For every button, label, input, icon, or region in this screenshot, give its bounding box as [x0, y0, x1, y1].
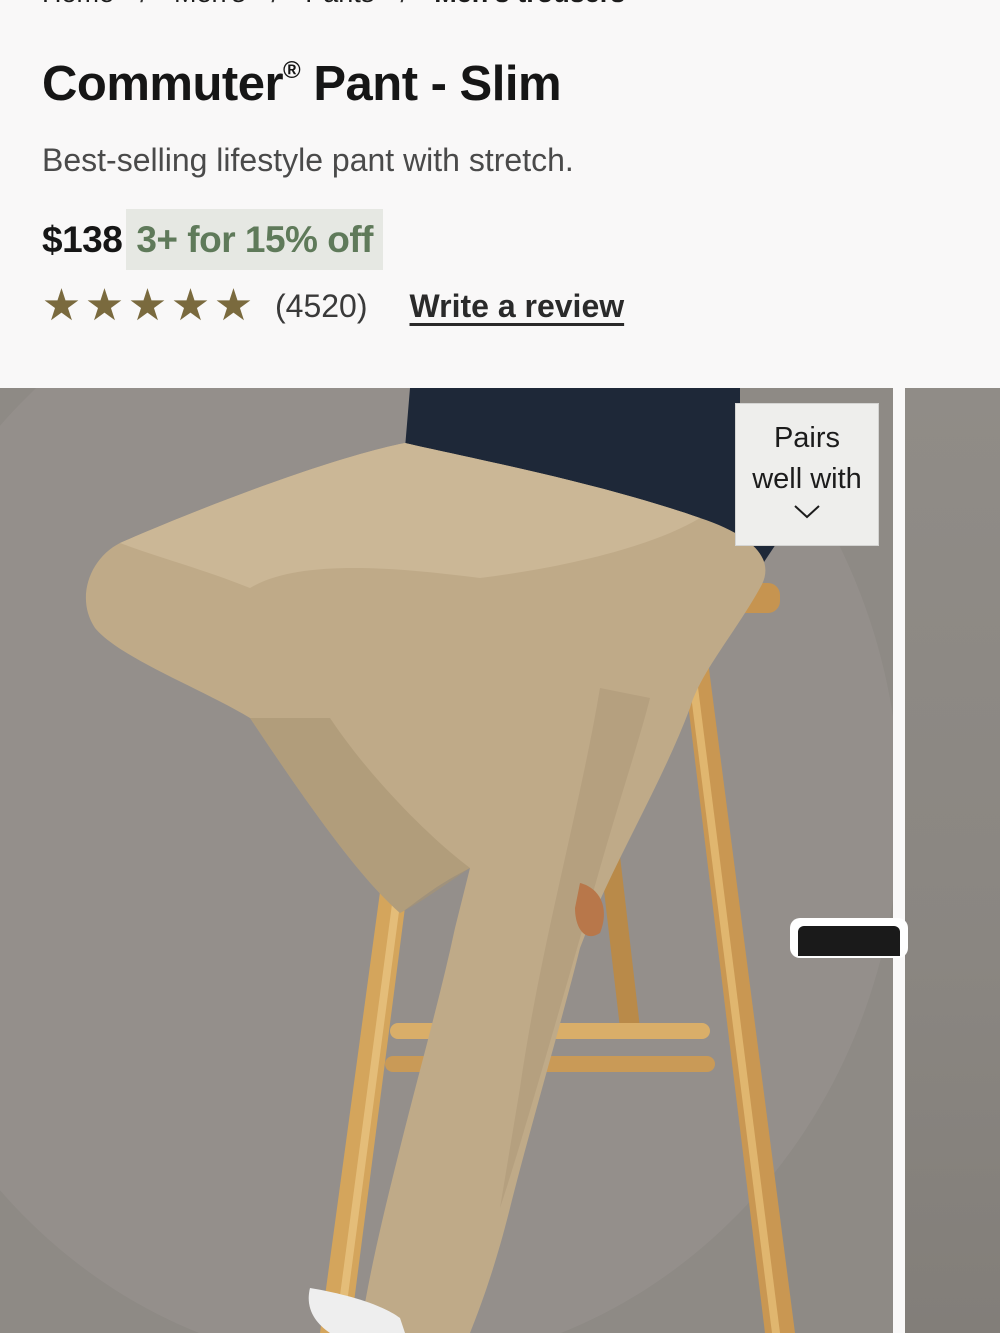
- rating-row: ★ ★ ★ ★ ★ (4520) Write a review: [40, 283, 624, 329]
- price-row: $138 3+ for 15% off: [42, 209, 383, 270]
- product-subtitle: Best-selling lifestyle pant with stretch…: [42, 142, 574, 178]
- next-product-image[interactable]: [905, 388, 1000, 1333]
- breadcrumb-mens-trousers[interactable]: Men's trousers: [434, 0, 625, 9]
- breadcrumb-separator: /: [245, 0, 305, 9]
- promo-badge: 3+ for 15% off: [126, 209, 383, 270]
- star-icon: ★: [127, 281, 168, 330]
- review-count[interactable]: (4520): [275, 288, 368, 325]
- star-icon: ★: [84, 281, 125, 330]
- pairs-label-line2: well with: [752, 463, 862, 495]
- star-icon: ★: [170, 281, 211, 330]
- chevron-down-icon: [794, 505, 820, 519]
- product-price: $138: [42, 218, 123, 260]
- star-icon: ★: [41, 281, 82, 330]
- product-gallery[interactable]: Pairs well with: [0, 388, 1000, 1333]
- product-title-variant: Pant - Slim: [300, 57, 562, 111]
- pairs-well-with-button[interactable]: Pairs well with: [735, 403, 879, 546]
- breadcrumb-pants[interactable]: Pants: [305, 0, 374, 9]
- breadcrumb-home[interactable]: Home: [42, 0, 114, 9]
- breadcrumb-separator: /: [374, 0, 434, 9]
- breadcrumb-separator: /: [114, 0, 174, 9]
- pairs-label-line1: Pairs: [773, 422, 841, 454]
- star-icon: ★: [213, 281, 254, 330]
- breadcrumb-mens[interactable]: Men's: [174, 0, 245, 9]
- floating-chip-fill: [798, 926, 900, 956]
- registered-mark: ®: [283, 57, 301, 84]
- product-title-name: Commuter: [42, 57, 284, 111]
- write-review-link[interactable]: Write a review: [410, 288, 625, 325]
- breadcrumb: Home / Men's / Pants / Men's trousers: [42, 0, 625, 9]
- star-rating[interactable]: ★ ★ ★ ★ ★: [40, 284, 255, 328]
- product-title: Commuter® Pant - Slim: [42, 56, 562, 112]
